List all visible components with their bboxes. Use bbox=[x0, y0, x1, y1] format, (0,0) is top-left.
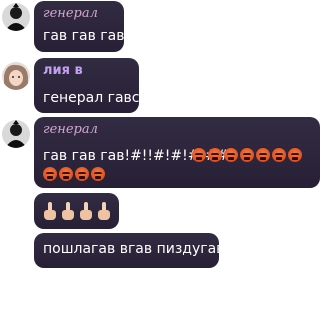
avatar-general[interactable] bbox=[2, 3, 30, 31]
angry-face-icon bbox=[240, 148, 254, 162]
avatar-general[interactable] bbox=[2, 120, 30, 148]
middle-finger-icon bbox=[43, 201, 58, 221]
angry-face-icon bbox=[288, 148, 302, 162]
message-bubble[interactable]: лия в генерал гавс bbox=[34, 58, 139, 113]
angry-face-icon bbox=[224, 148, 238, 162]
message-text: генерал гавс bbox=[43, 90, 140, 106]
message-text: гав гав гав bbox=[43, 28, 125, 44]
angry-face-icon bbox=[59, 167, 73, 181]
middle-finger-emoji-row bbox=[43, 201, 112, 221]
message-author[interactable]: лия в bbox=[43, 63, 83, 78]
message-bubble[interactable] bbox=[34, 193, 119, 229]
middle-finger-icon bbox=[79, 201, 94, 221]
message-author[interactable]: генерал bbox=[43, 6, 98, 21]
angry-face-icon bbox=[192, 148, 206, 162]
middle-finger-icon bbox=[61, 201, 76, 221]
message-bubble[interactable]: пошлагав вгав пиздугав bbox=[34, 233, 224, 268]
angry-face-icon bbox=[272, 148, 286, 162]
message-bubble[interactable]: генерал гав гав гав bbox=[34, 1, 124, 52]
angry-face-icon bbox=[91, 167, 105, 181]
avatar-lia[interactable] bbox=[2, 62, 30, 90]
angry-emoji-row bbox=[192, 148, 302, 162]
angry-face-icon bbox=[75, 167, 89, 181]
angry-face-icon bbox=[208, 148, 222, 162]
angry-face-icon bbox=[43, 167, 57, 181]
message-author[interactable]: генерал bbox=[43, 122, 98, 137]
message-text: пошлагав вгав пиздугав bbox=[43, 241, 225, 257]
middle-finger-icon bbox=[97, 201, 112, 221]
angry-emoji-row bbox=[43, 167, 105, 181]
angry-face-icon bbox=[256, 148, 270, 162]
message-bubble[interactable]: генерал гав гав гав!#!!#!#!#!## bbox=[34, 117, 320, 188]
